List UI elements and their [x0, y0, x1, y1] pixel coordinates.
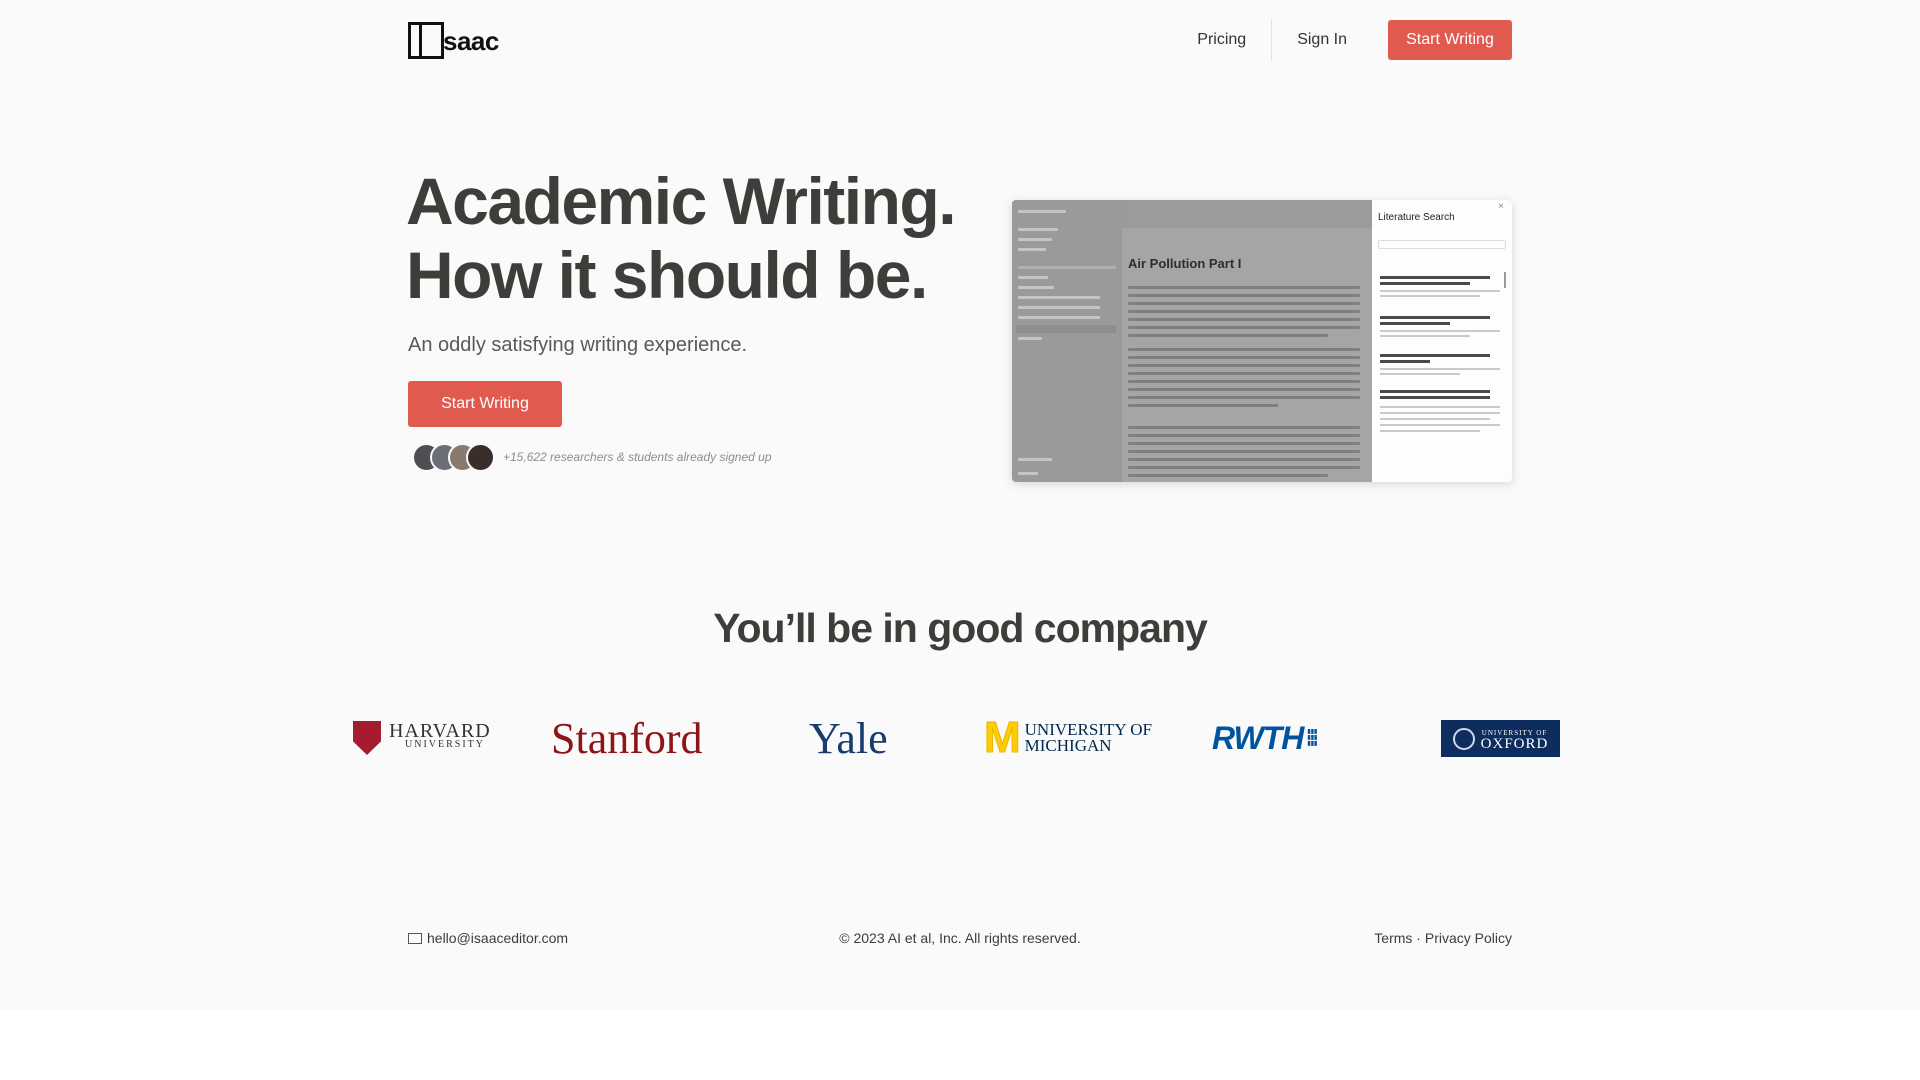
oxford-logo: UNIVERSITY OF OXFORD — [1441, 720, 1560, 757]
footer-privacy-link[interactable]: Privacy Policy — [1425, 930, 1512, 946]
yale-logo: Yale — [809, 713, 888, 763]
hero-subtitle: An oddly satisfying writing experience. — [408, 334, 748, 356]
footer-copyright: © 2023 AI et al, Inc. All rights reserve… — [839, 930, 1081, 946]
screenshot-document — [1122, 200, 1372, 482]
site-header: saac Pricing Sign In Start Writing — [408, 20, 1512, 60]
nav-pricing-link[interactable]: Pricing — [1172, 20, 1271, 60]
footer-links: Terms · Privacy Policy — [1374, 930, 1512, 946]
screenshot-doc-title: Air Pollution Part I — [1128, 256, 1242, 271]
avatar — [466, 442, 495, 472]
footer-email-link[interactable]: hello@isaaceditor.com — [408, 930, 568, 946]
hero-title: Academic Writing. How it should be. — [406, 164, 957, 312]
michigan-logo-line-2: MICHIGAN — [1024, 736, 1112, 755]
screenshot-toolbar — [1122, 200, 1372, 228]
site-footer: © 2023 AI et al, Inc. All rights reserve… — [408, 930, 1512, 950]
signup-count-text: +15,622 researchers & students already s… — [503, 450, 772, 464]
close-icon: × — [1498, 201, 1504, 212]
isaac-logo[interactable]: saac — [408, 20, 499, 60]
avatar-group — [412, 442, 495, 472]
product-screenshot: Air Pollution Part I Literature Search × — [1012, 200, 1512, 482]
footer-link-separator: · — [1416, 930, 1421, 946]
harvard-logo-sub: UNIVERSITY — [405, 739, 485, 750]
hero-start-writing-button[interactable]: Start Writing — [408, 381, 562, 427]
nav-start-writing-button[interactable]: Start Writing — [1388, 20, 1512, 60]
footer-email-text: hello@isaaceditor.com — [427, 930, 569, 946]
screenshot-panel-scrollbar — [1504, 272, 1506, 288]
screenshot-panel-title: Literature Search — [1378, 212, 1455, 223]
harvard-logo: HARVARD UNIVERSITY — [353, 716, 491, 760]
hero-title-line-2: How it should be. — [406, 238, 928, 312]
page: saac Pricing Sign In Start Writing Acade… — [0, 0, 1920, 1010]
logo-mark-icon — [408, 21, 444, 59]
stanford-logo: Stanford — [551, 713, 703, 763]
hero-title-line-1: Academic Writing. — [406, 164, 957, 238]
logo-text: saac — [443, 25, 499, 56]
oxford-seal-icon — [1452, 727, 1475, 750]
company-section-title: You’ll be in good company — [713, 605, 1208, 651]
michigan-block-m-icon: M — [984, 713, 1022, 762]
rwth-logo-subtext-icon: ▮▮▮ ▮▮▮ ▮▮▮ — [1307, 729, 1318, 747]
harvard-logo-main: HARVARD — [389, 720, 491, 742]
rwth-logo-text: RWTH — [1212, 719, 1304, 756]
screenshot-panel-search — [1378, 240, 1506, 249]
top-nav: Pricing Sign In Start Writing — [1172, 20, 1512, 60]
screenshot-literature-panel: Literature Search × — [1372, 200, 1512, 482]
oxford-logo-line-2: OXFORD — [1480, 735, 1549, 752]
mail-icon — [408, 932, 422, 944]
harvard-shield-icon — [353, 721, 381, 755]
signup-social-proof: +15,622 researchers & students already s… — [412, 441, 772, 473]
footer-terms-link[interactable]: Terms — [1374, 930, 1412, 946]
rwth-logo: RWTH ▮▮▮ ▮▮▮ ▮▮▮ — [1212, 716, 1317, 760]
page-bottom-strip — [0, 1010, 1920, 1080]
michigan-logo: M UNIVERSITY OF MICHIGAN — [984, 713, 1152, 762]
nav-sign-in-link[interactable]: Sign In — [1272, 20, 1372, 60]
screenshot-sidebar — [1012, 200, 1122, 482]
